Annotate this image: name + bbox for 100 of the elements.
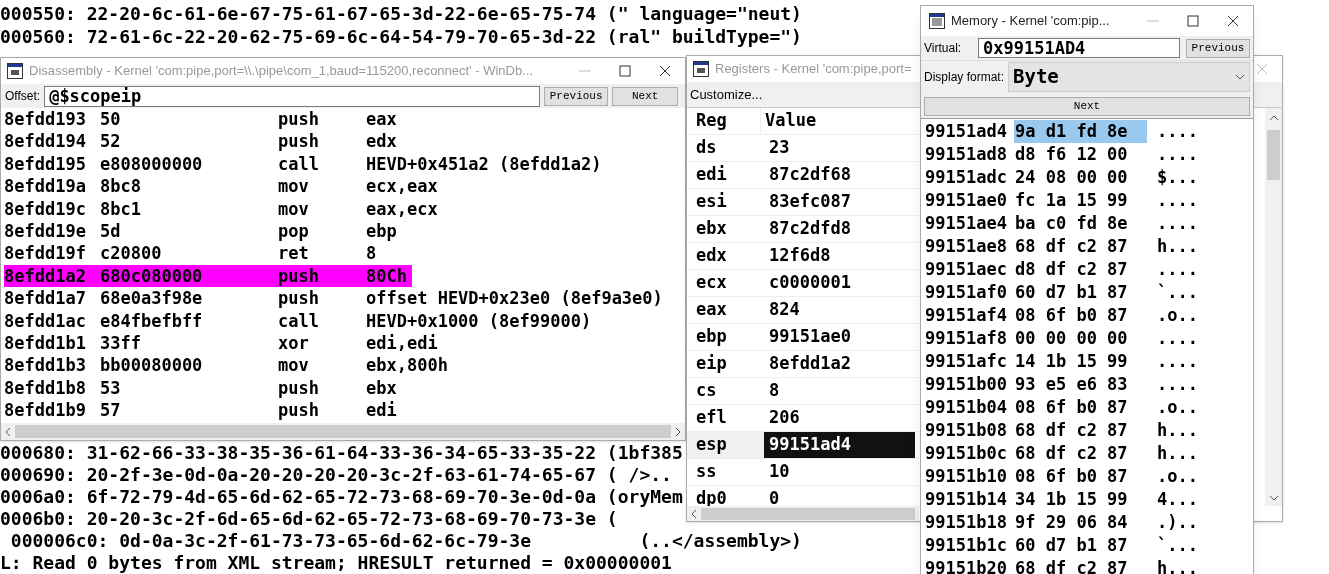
register-name: edx [695, 243, 728, 267]
memory-bytes[interactable]: 9f 29 06 84 [1014, 511, 1147, 534]
disassembly-row[interactable]: 8efdd195 e808000000 call HEVD+0x451a2 (8efdd1a2) [4, 152, 602, 176]
horizontal-scrollbar[interactable] [1, 423, 685, 440]
nav-button[interactable]: Previous [544, 86, 609, 106]
register-value[interactable]: 8efdd1a2 [764, 350, 915, 377]
register-name: esi [695, 189, 728, 213]
memory-address: 99151ae4 [925, 212, 1008, 235]
register-name: ss [695, 459, 718, 483]
memory-address: 99151ad4 [925, 120, 1008, 143]
memory-ascii: .... [1156, 120, 1198, 143]
memory-bytes[interactable]: 68 df c2 87 [1014, 419, 1147, 442]
memory-ascii: .... [1156, 373, 1198, 396]
scrollbar-thumb[interactable] [15, 425, 671, 438]
register-name: ebp [695, 324, 728, 348]
memory-bytes[interactable]: 08 6f b0 87 [1014, 304, 1147, 327]
disassembly-row[interactable]: 8efdd1b1 33ff xor edi,edi [4, 332, 438, 355]
horizontal-scrollbar[interactable] [687, 506, 919, 521]
console-line: 000550: 22-20-6c-61-6e-67-75-61-67-65-3d-22-6e-65-75-74 (" language="neut) [0, 2, 802, 25]
column-header[interactable]: Value [761, 108, 817, 134]
disassembly-row[interactable]: 8efdd1b8 53 push ebx [4, 376, 397, 400]
nav-button[interactable]: Next [924, 96, 1250, 116]
register-value[interactable]: 206 [764, 404, 915, 431]
virtual-address-field[interactable]: 0x99151AD4 [978, 38, 1180, 58]
memory-bytes[interactable]: 08 6f b0 87 [1014, 396, 1147, 419]
customize-button[interactable]: Customize... [690, 84, 763, 105]
memory-bytes[interactable]: 08 6f b0 87 [1014, 465, 1147, 488]
column-header[interactable]: Reg [687, 108, 761, 134]
disassembly-row[interactable]: 8efdd1b9 57 push edi [4, 399, 397, 422]
memory-bytes[interactable]: 34 1b 15 99 [1014, 488, 1147, 511]
format-dropdown[interactable]: Byte [1008, 61, 1250, 92]
memory-bytes[interactable]: 24 08 00 00 [1014, 166, 1147, 189]
nav-button[interactable]: Previous [1186, 38, 1250, 58]
register-value[interactable]: 10 [764, 458, 915, 485]
memory-bytes[interactable]: 68 df c2 87 [1014, 557, 1147, 574]
disassembly-row[interactable]: 8efdd19e 5d pop ebp [4, 220, 397, 243]
disassembly-row[interactable]: 8efdd1ac e84fbefbff call HEVD+0x1000 (8ef99000) [4, 309, 592, 333]
register-value[interactable]: 12f6d8 [764, 242, 915, 269]
chevron-down-icon [1235, 73, 1245, 80]
memory-bytes[interactable]: 68 df c2 87 [1014, 442, 1147, 465]
window-icon [7, 63, 23, 79]
scrollbar-thumb[interactable] [1267, 130, 1280, 180]
disassembly-row[interactable]: 8efdd19c 8bc1 mov eax,ecx [4, 197, 438, 221]
offset-field[interactable]: @$scopeip [44, 85, 541, 107]
register-value[interactable]: 0 [764, 485, 915, 506]
register-name: eax [695, 297, 728, 321]
register-name: efl [695, 405, 728, 429]
format-label: Display format: [924, 68, 1005, 86]
memory-ascii: .... [1156, 350, 1198, 373]
register-name: edi [695, 162, 728, 186]
register-value[interactable]: 87c2df68 [764, 161, 915, 188]
memory-bytes[interactable]: 00 00 00 00 [1014, 327, 1147, 350]
offset-label: Offset: [5, 88, 41, 105]
memory-ascii: `... [1156, 534, 1198, 557]
memory-ascii: .... [1156, 258, 1198, 281]
window-icon [929, 13, 945, 29]
disassembly-row[interactable]: 8efdd194 52 push edx [4, 130, 397, 153]
memory-ascii: .... [1156, 327, 1198, 350]
memory-bytes[interactable]: ba c0 fd 8e [1014, 212, 1147, 235]
memory-address: 99151ae0 [925, 189, 1008, 212]
memory-ascii: $... [1156, 166, 1198, 189]
memory-bytes[interactable]: 14 1b 15 99 [1014, 350, 1147, 373]
console-line: L: Read 0 bytes from XML stream; HRESULT returned = 0x00000001 [0, 552, 672, 574]
memory-address: 99151b1c [925, 534, 1008, 557]
register-value[interactable]: 824 [764, 296, 915, 323]
vertical-scrollbar[interactable] [1265, 108, 1282, 506]
memory-bytes[interactable]: 60 d7 b1 87 [1014, 534, 1147, 557]
memory-bytes[interactable]: 60 d7 b1 87 [1014, 281, 1147, 304]
memory-address: 99151afc [925, 350, 1008, 373]
register-value[interactable]: 8 [764, 377, 915, 404]
memory-address: 99151af0 [925, 281, 1008, 304]
register-value[interactable]: c0000001 [764, 269, 915, 296]
scrollbar-thumb[interactable] [701, 507, 915, 520]
nav-button[interactable]: Next [612, 86, 679, 106]
memory-ascii: h... [1156, 557, 1198, 574]
register-value[interactable]: 99151ad4 [764, 431, 915, 458]
disassembly-row[interactable]: 8efdd1a2 680c080000 push 80Ch [4, 264, 412, 288]
register-name: ds [695, 135, 718, 159]
memory-bytes[interactable]: d8 f6 12 00 [1014, 143, 1147, 166]
memory-address: 99151b0c [925, 442, 1008, 465]
memory-bytes[interactable]: 68 df c2 87 [1014, 235, 1147, 258]
register-name: ebx [695, 216, 728, 240]
disassembly-row[interactable]: 8efdd19a 8bc8 mov ecx,eax [4, 175, 438, 198]
register-name: cs [695, 378, 718, 402]
memory-bytes[interactable]: 9a d1 fd 8e [1014, 120, 1147, 143]
register-name: eip [695, 351, 728, 375]
register-name: ecx [695, 270, 728, 294]
memory-bytes[interactable]: d8 df c2 87 [1014, 258, 1147, 281]
disassembly-row[interactable]: 8efdd19f c20800 ret 8 [4, 242, 377, 265]
memory-bytes[interactable]: 93 e5 e6 83 [1014, 373, 1147, 396]
register-value[interactable]: 87c2dfd8 [764, 215, 915, 242]
disassembly-row[interactable]: 8efdd1b3 bb00080000 mov ebx,800h [4, 354, 448, 377]
disassembly-row[interactable]: 8efdd193 50 push eax [4, 108, 397, 131]
console-line: 000006c0: 0d-0a-3c-2f-61-73-73-65-6d-62-6c-79-3e (..</assembly>) [9, 530, 802, 552]
memory-address: 99151b10 [925, 465, 1008, 488]
register-value[interactable]: 23 [764, 134, 915, 161]
disassembly-row[interactable]: 8efdd1a7 68e0a3f98e push offset HEVD+0x23e0 (8ef9a3e0) [4, 287, 663, 310]
memory-bytes[interactable]: fc 1a 15 99 [1014, 189, 1147, 212]
register-value[interactable]: 99151ae0 [764, 323, 915, 350]
register-value[interactable]: 83efc087 [764, 188, 915, 215]
